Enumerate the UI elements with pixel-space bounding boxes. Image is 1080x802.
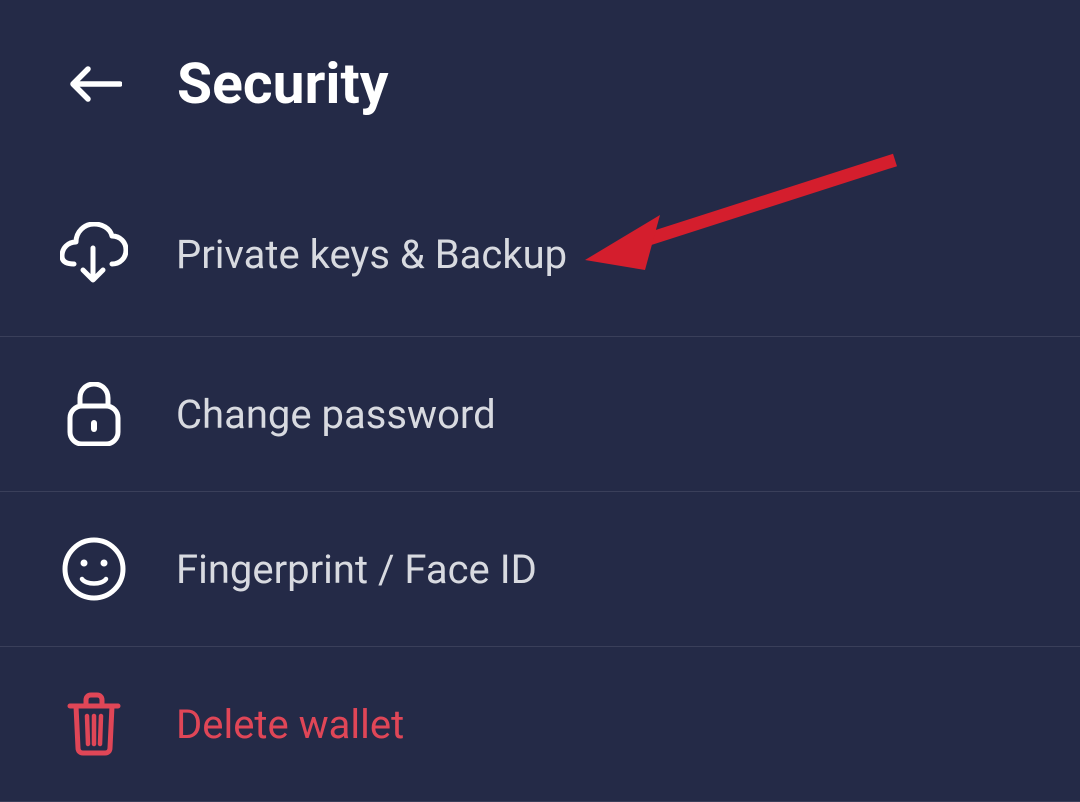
cloud-download-icon	[60, 222, 128, 286]
fingerprint-faceid-item[interactable]: Fingerprint / Face ID	[0, 492, 1080, 647]
item-label: Change password	[176, 391, 496, 438]
delete-wallet-item[interactable]: Delete wallet	[0, 647, 1080, 802]
back-button[interactable]	[70, 65, 122, 103]
item-label: Delete wallet	[176, 701, 404, 748]
page-title: Security	[177, 50, 388, 117]
smile-icon	[60, 537, 128, 601]
change-password-item[interactable]: Change password	[0, 337, 1080, 492]
lock-icon	[60, 382, 128, 446]
trash-icon	[60, 692, 128, 756]
arrow-left-icon	[70, 65, 122, 103]
private-keys-backup-item[interactable]: Private keys & Backup	[0, 157, 1080, 337]
item-label: Fingerprint / Face ID	[176, 546, 537, 593]
header: Security	[0, 0, 1080, 157]
settings-list: Private keys & Backup Change password Fi…	[0, 157, 1080, 802]
item-label: Private keys & Backup	[176, 231, 567, 278]
